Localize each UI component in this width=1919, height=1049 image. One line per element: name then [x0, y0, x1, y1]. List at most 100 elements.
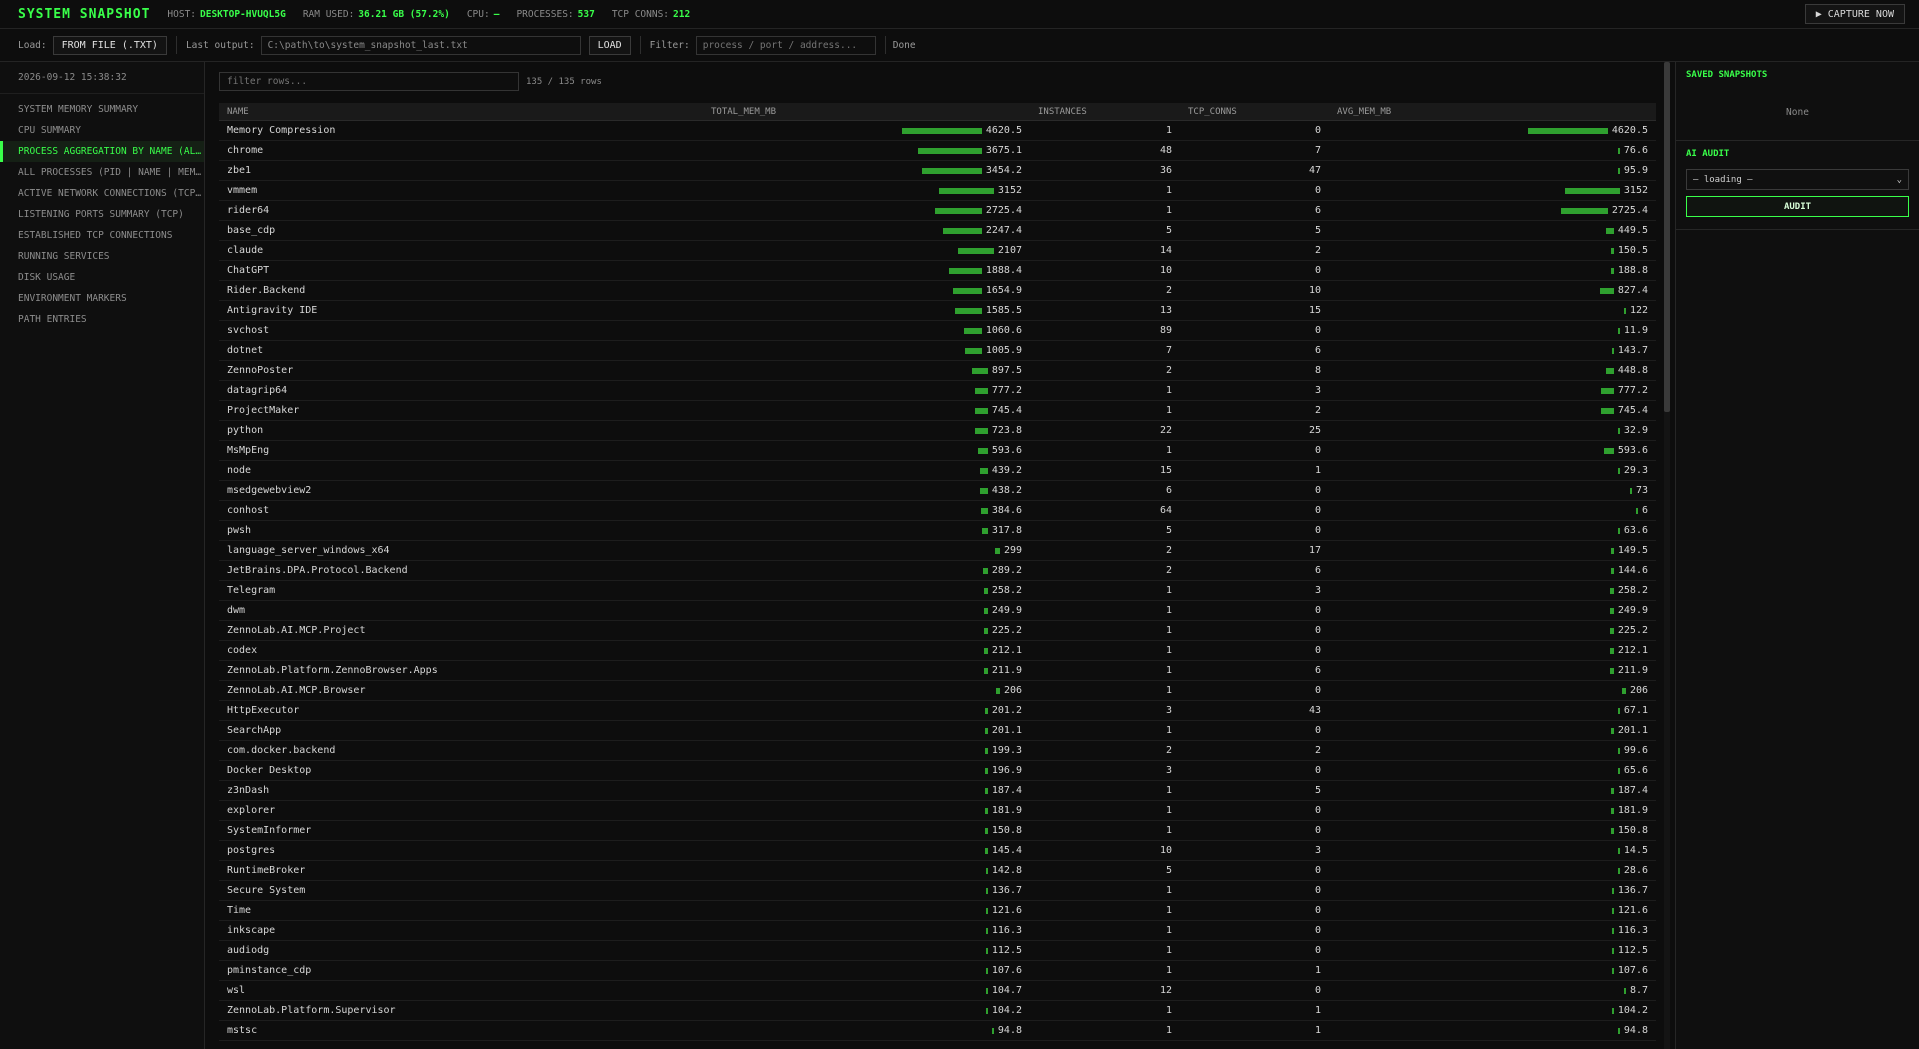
cell-total-mem: 3454.2 [703, 160, 1030, 181]
table-row[interactable]: dotnet 1005.9 7 6 143.7 [219, 340, 1656, 361]
cell-avg-mem-value: 63.6 [1623, 525, 1648, 536]
global-filter-input[interactable] [695, 35, 876, 55]
table-row[interactable]: explorer 181.9 1 0 181.9 [219, 800, 1656, 821]
table-row[interactable]: postgres 145.4 10 3 14.5 [219, 840, 1656, 861]
table-row[interactable]: python 723.8 22 25 32.9 [219, 420, 1656, 441]
table-row[interactable]: com.docker.backend 199.3 2 2 99.6 [219, 740, 1656, 761]
table-row[interactable]: ProjectMaker 745.4 1 2 745.4 [219, 400, 1656, 421]
sidebar-item-all-processes[interactable]: ALL PROCESSES (PID | NAME | MEM_MB) [0, 162, 204, 183]
table-row[interactable]: claude 2107 14 2 150.5 [219, 240, 1656, 261]
table-row[interactable]: rider64 2725.4 1 6 2725.4 [219, 200, 1656, 221]
cell-avg-mem-bar [1617, 167, 1620, 174]
cell-total-mem: 1654.9 [703, 280, 1030, 301]
cell-total-mem-bar [979, 487, 988, 494]
sidebar-item-running-services[interactable]: RUNNING SERVICES [0, 246, 204, 267]
cell-avg-mem-bar [1609, 647, 1614, 654]
last-output-path-input[interactable] [260, 35, 581, 55]
table-row[interactable]: ZennoLab.Platform.ZennoBrowser.Apps 211.9… [219, 660, 1656, 681]
table-row[interactable]: pminstance_cdp 107.6 1 1 107.6 [219, 960, 1656, 981]
cell-total-mem: 4620.5 [703, 120, 1030, 141]
table-row[interactable]: wsl 104.7 12 0 8.7 [219, 980, 1656, 1001]
table-row[interactable]: Antigravity IDE 1585.5 13 15 122 [219, 300, 1656, 321]
cell-total-mem-bar [983, 647, 988, 654]
column-header-avg-mem[interactable]: AVG_MEM_MB [1329, 103, 1656, 121]
sidebar-item-listening-ports[interactable]: LISTENING PORTS SUMMARY (TCP) [0, 204, 204, 225]
cell-total-mem-wrap: 121.6 [711, 905, 1022, 916]
cell-avg-mem-wrap: 99.6 [1337, 745, 1648, 756]
cell-instances: 1 [1030, 940, 1180, 961]
table-row[interactable]: inkscape 116.3 1 0 116.3 [219, 920, 1656, 941]
cell-tcp-conns: 2 [1180, 740, 1329, 761]
table-row[interactable]: codex 212.1 1 0 212.1 [219, 640, 1656, 661]
table-row[interactable]: msedgewebview2 438.2 6 0 73 [219, 480, 1656, 501]
column-header-instances[interactable]: INSTANCES [1030, 103, 1180, 121]
cell-total-mem-wrap: 1585.5 [711, 305, 1022, 316]
cell-total-mem: 249.9 [703, 600, 1030, 621]
cell-avg-mem-bar [1610, 807, 1614, 814]
table-row[interactable]: HttpExecutor 201.2 3 43 67.1 [219, 700, 1656, 721]
audit-button[interactable]: AUDIT [1686, 196, 1909, 217]
cell-total-mem-bar [984, 827, 988, 834]
column-header-name[interactable]: NAME [219, 103, 703, 121]
column-header-total-mem[interactable]: TOTAL_MEM_MB [703, 103, 1030, 121]
sidebar-item-established-tcp[interactable]: ESTABLISHED TCP CONNECTIONS [0, 225, 204, 246]
row-filter-input[interactable] [219, 72, 519, 91]
table-row[interactable]: JetBrains.DPA.Protocol.Backend 289.2 2 6 144… [219, 560, 1656, 581]
sidebar-item-process-aggregation[interactable]: PROCESS AGGREGATION BY NAME (ALL PROCESS… [0, 141, 204, 162]
cell-avg-mem-wrap: 187.4 [1337, 785, 1648, 796]
table-row[interactable]: SearchApp 201.1 1 0 201.1 [219, 720, 1656, 741]
sidebar-item-disk-usage[interactable]: DISK USAGE [0, 267, 204, 288]
table-row[interactable]: Docker Desktop 196.9 3 0 65.6 [219, 760, 1656, 781]
sidebar-item-path-entries[interactable]: PATH ENTRIES [0, 309, 204, 330]
table-row[interactable]: zbe1 3454.2 36 47 95.9 [219, 160, 1656, 181]
table-row[interactable]: vmmem 3152 1 0 3152 [219, 180, 1656, 201]
table-row[interactable]: z3nDash 187.4 1 5 187.4 [219, 780, 1656, 801]
table-row[interactable]: datagrip64 777.2 1 3 777.2 [219, 380, 1656, 401]
table-row[interactable]: audiodg 112.5 1 0 112.5 [219, 940, 1656, 961]
sidebar-item-cpu-summary[interactable]: CPU SUMMARY [0, 120, 204, 141]
cell-name: HttpExecutor [219, 700, 703, 721]
table-row[interactable]: Secure System 136.7 1 0 136.7 [219, 880, 1656, 901]
process-table: NAME TOTAL_MEM_MB INSTANCES TCP_CONNS AV… [219, 103, 1656, 1041]
scrollbar-thumb[interactable] [1664, 62, 1670, 412]
status-text: Done [892, 39, 916, 51]
table-row[interactable]: dwm 249.9 1 0 249.9 [219, 600, 1656, 621]
table-row[interactable]: node 439.2 15 1 29.3 [219, 460, 1656, 481]
table-row[interactable]: ZennoPoster 897.5 2 8 448.8 [219, 360, 1656, 381]
sidebar-item-memory-summary[interactable]: SYSTEM MEMORY SUMMARY [0, 99, 204, 120]
cell-name: JetBrains.DPA.Protocol.Backend [219, 560, 703, 581]
cell-avg-mem-value: 150.8 [1617, 825, 1648, 836]
cell-total-mem: 2725.4 [703, 200, 1030, 221]
table-row[interactable]: SystemInformer 150.8 1 0 150.8 [219, 820, 1656, 841]
from-file-button[interactable]: FROM FILE (.TXT) [52, 35, 167, 55]
table-row[interactable]: Telegram 258.2 1 3 258.2 [219, 580, 1656, 601]
table-row[interactable]: pwsh 317.8 5 0 63.6 [219, 520, 1656, 541]
table-scrollbar[interactable] [1664, 62, 1670, 1049]
ai-audit-model-select[interactable]: — loading — ⌄ [1686, 169, 1909, 190]
table-row[interactable]: ZennoLab.Platform.Supervisor 104.2 1 1 104.2 [219, 1000, 1656, 1021]
cell-total-mem-bar [974, 427, 988, 434]
table-row[interactable]: language_server_windows_x64 299 2 17 149.5 [219, 540, 1656, 561]
table-row[interactable]: Rider.Backend 1654.9 2 10 827.4 [219, 280, 1656, 301]
table-row[interactable]: MsMpEng 593.6 1 0 593.6 [219, 440, 1656, 461]
cell-name: Docker Desktop [219, 760, 703, 781]
table-row[interactable]: ZennoLab.AI.MCP.Project 225.2 1 0 225.2 [219, 620, 1656, 641]
sidebar-item-active-network[interactable]: ACTIVE NETWORK CONNECTIONS (TCP ESTABLIS… [0, 183, 204, 204]
sidebar-item-environment-markers[interactable]: ENVIRONMENT MARKERS [0, 288, 204, 309]
table-row[interactable]: base_cdp 2247.4 5 5 449.5 [219, 220, 1656, 241]
table-row[interactable]: chrome 3675.1 48 7 76.6 [219, 140, 1656, 161]
table-row[interactable]: Memory Compression 4620.5 1 0 4620.5 [219, 120, 1656, 141]
column-header-tcp-conns[interactable]: TCP_CONNS [1180, 103, 1329, 121]
table-row[interactable]: svchost 1060.6 89 0 11.9 [219, 320, 1656, 341]
load-button[interactable]: LOAD [588, 35, 631, 55]
cell-total-mem-wrap: 2247.4 [711, 225, 1022, 236]
table-row[interactable]: ZennoLab.AI.MCP.Browser 206 1 0 206 [219, 680, 1656, 701]
cell-name: vmmem [219, 180, 703, 201]
table-row[interactable]: conhost 384.6 64 0 6 [219, 500, 1656, 521]
table-row[interactable]: ChatGPT 1888.4 10 0 188.8 [219, 260, 1656, 281]
table-row[interactable]: RuntimeBroker 142.8 5 0 28.6 [219, 860, 1656, 881]
capture-now-button[interactable]: ▶ CAPTURE NOW [1804, 4, 1905, 24]
cell-instances: 1 [1030, 380, 1180, 401]
table-row[interactable]: mstsc 94.8 1 1 94.8 [219, 1020, 1656, 1041]
table-row[interactable]: Time 121.6 1 0 121.6 [219, 900, 1656, 921]
